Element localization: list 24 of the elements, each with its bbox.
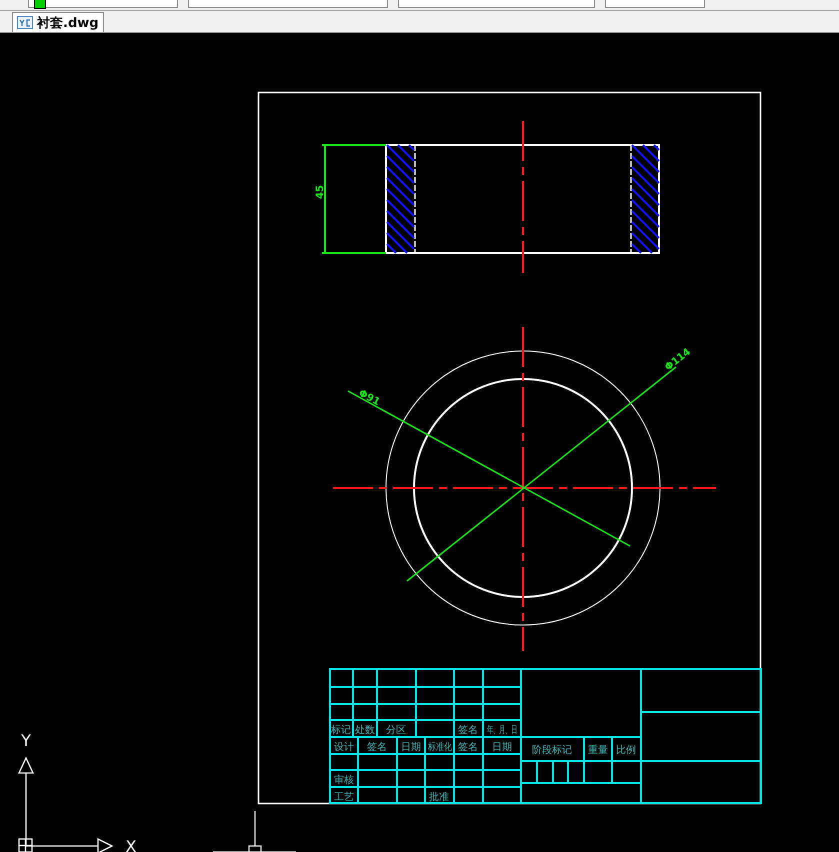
y-axis-label: Y bbox=[21, 731, 31, 750]
title-block-label: 年、月、日 bbox=[486, 723, 518, 736]
title-block-label: 日期 bbox=[401, 742, 421, 753]
title-block-label: 批准 bbox=[429, 792, 449, 803]
title-block-label: 标记 bbox=[331, 725, 351, 736]
dimension-text: Φ91 bbox=[356, 388, 382, 408]
title-block-label: 标准化 bbox=[428, 742, 452, 754]
title-block-label: 签名 bbox=[458, 725, 478, 736]
title-block-label: 重量 bbox=[588, 745, 608, 756]
title-block-label: 比例 bbox=[616, 745, 636, 756]
file-icon bbox=[17, 16, 33, 29]
title-block-label: 签名 bbox=[367, 742, 387, 753]
title-block-label: 签名 bbox=[458, 742, 478, 753]
dimension-text: 45 bbox=[315, 185, 326, 199]
title-block-label: 审核 bbox=[334, 775, 354, 786]
title-block-label: 阶段标记 bbox=[532, 745, 572, 756]
x-axis-label: X bbox=[126, 837, 136, 852]
title-block-label: 设计 bbox=[334, 742, 354, 753]
title-block-label: 分区 bbox=[386, 725, 406, 736]
title-block-label: 工艺 bbox=[334, 792, 354, 803]
title-block-label: 处数 bbox=[355, 725, 375, 736]
document-tab[interactable]: 衬套.dwg bbox=[12, 12, 104, 32]
ucs-icon bbox=[18, 756, 114, 852]
title-block-label: 日期 bbox=[492, 742, 512, 753]
